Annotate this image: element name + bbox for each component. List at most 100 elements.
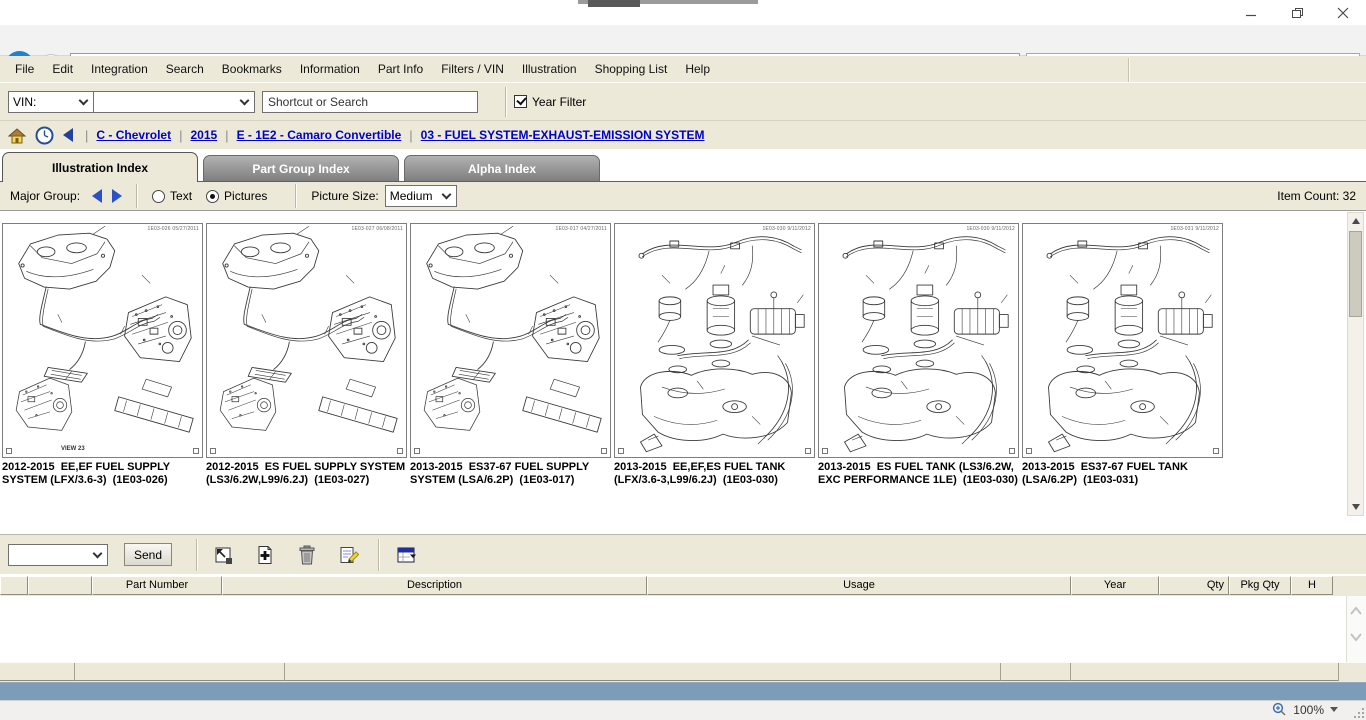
menu-illustration[interactable]: Illustration (513, 58, 586, 80)
scroll-down-button[interactable] (1348, 499, 1363, 515)
column-header-blank-1[interactable] (28, 576, 92, 595)
sheet-corner-mark (210, 448, 216, 454)
sheet-corner-mark (397, 448, 403, 454)
menu-edit[interactable]: Edit (43, 58, 82, 80)
edit-note-button[interactable] (334, 540, 364, 570)
scrollbar-track[interactable] (1348, 229, 1363, 499)
breadcrumb-separator: | (85, 128, 88, 143)
column-header-h[interactable]: H (1291, 576, 1333, 595)
menu-part-info[interactable]: Part Info (369, 58, 432, 80)
back-triangle-icon (63, 128, 73, 142)
column-header-blank-0[interactable] (0, 576, 28, 595)
illustration-thumbnail[interactable]: 1E03-017 04/27/2011 (410, 223, 611, 458)
menu-bookmarks[interactable]: Bookmarks (213, 58, 291, 80)
radio-icon-text[interactable] (152, 190, 165, 203)
tab-part-group-index[interactable]: Part Group Index (203, 155, 399, 181)
vin-select[interactable]: VIN: (8, 91, 94, 113)
chevron-down-icon (79, 95, 89, 105)
home-button[interactable] (8, 127, 26, 144)
menu-file[interactable]: File (6, 58, 43, 80)
illustration-sheet-id: 1E03-017 04/27/2011 (555, 226, 607, 232)
illustration-thumbnail[interactable]: 1E03-030 9/11/2012 (614, 223, 815, 458)
sheet-corner-mark (1213, 448, 1219, 454)
sheet-corner-mark (601, 448, 607, 454)
scrollbar-thumb[interactable] (1349, 231, 1362, 317)
column-header-year[interactable]: Year (1071, 576, 1159, 595)
illustration-card[interactable]: 1E03-027 06/08/20112012-2015 ES FUEL SUP… (206, 223, 407, 487)
toolbar-divider (378, 539, 380, 571)
breadcrumb-links: |C - Chevrolet|2015|E - 1E2 - Camaro Con… (77, 128, 705, 143)
resize-grip[interactable] (1352, 706, 1364, 718)
menu-shopping-list[interactable]: Shopping List (586, 58, 677, 80)
illustration-thumbnail[interactable]: 1E03-030 9/11/2012 (818, 223, 1019, 458)
picture-size-label: Picture Size: (311, 189, 378, 203)
column-header-part-number[interactable]: Part Number (92, 576, 222, 595)
illustration-card[interactable]: 1E03-030 9/11/20122013-2015 ES FUEL TANK… (818, 223, 1019, 487)
illustration-thumbnail[interactable]: 1E03-031 9/11/2012 (1022, 223, 1223, 458)
delete-button[interactable] (292, 540, 322, 570)
tab-alpha-index[interactable]: Alpha Index (404, 155, 600, 181)
view-mode-pictures[interactable]: Pictures (206, 189, 267, 203)
send-target-select[interactable] (8, 544, 108, 566)
transfer-illustration-button[interactable] (208, 540, 238, 570)
picture-size-select[interactable]: Medium (385, 185, 457, 207)
previous-group-button[interactable] (92, 189, 102, 203)
year-filter-toggle[interactable]: Year Filter (514, 95, 586, 109)
illustration-drawing (615, 224, 814, 457)
gallery-scrollbar[interactable] (1347, 212, 1364, 516)
scroll-up-button[interactable] (1348, 213, 1363, 229)
breadcrumb-link-03-fuel-system-exhaust-emission-system[interactable]: 03 - FUEL SYSTEM-EXHAUST-EMISSION SYSTEM (421, 128, 705, 142)
footer-cell-5 (1071, 663, 1339, 681)
column-header-usage[interactable]: Usage (647, 576, 1071, 595)
year-filter-checkbox[interactable] (514, 95, 527, 108)
send-button[interactable]: Send (124, 543, 172, 566)
column-header-description[interactable]: Description (222, 576, 647, 595)
illustration-sheet-id: 1E03-030 9/11/2012 (762, 226, 811, 232)
footer-cell-1 (0, 663, 75, 681)
breadcrumb-link-2015[interactable]: 2015 (190, 128, 217, 142)
illustration-card[interactable]: 1E03-031 9/11/20122013-2015 ES37-67 FUEL… (1022, 223, 1223, 487)
zoom-control[interactable]: 100% (1272, 702, 1338, 717)
menu-help[interactable]: Help (676, 58, 719, 80)
grid-scroll-up-icon[interactable] (1349, 606, 1363, 616)
column-header-qty[interactable]: Qty (1159, 576, 1229, 595)
sheet-corner-mark (1009, 448, 1015, 454)
column-header-pkg-qty[interactable]: Pkg Qty (1229, 576, 1291, 595)
close-button[interactable] (1320, 0, 1366, 25)
shortcut-search-input[interactable] (262, 91, 478, 113)
year-filter-label: Year Filter (532, 95, 586, 109)
minimize-button[interactable] (1228, 0, 1274, 25)
vehicle-select[interactable] (93, 91, 255, 113)
illustration-card[interactable]: 1E03-030 9/11/20122013-2015 EE,EF,ES FUE… (614, 223, 815, 487)
grid-scroll-down-icon[interactable] (1349, 632, 1363, 642)
next-group-button[interactable] (112, 189, 122, 203)
restore-button[interactable] (1274, 0, 1320, 25)
breadcrumb-link-c-chevrolet[interactable]: C - Chevrolet (96, 128, 171, 142)
scroll-up-icon (1352, 218, 1360, 224)
menu-information[interactable]: Information (291, 58, 369, 80)
close-icon (1337, 7, 1349, 19)
parts-table-header: Part NumberDescriptionUsageYearQtyPkg Qt… (0, 576, 1366, 596)
footer-cell-4 (1001, 663, 1071, 681)
menu-search[interactable]: Search (157, 58, 213, 80)
column-options-button[interactable] (392, 540, 422, 570)
breadcrumb-link-e-1e2-camaro-convertible[interactable]: E - 1E2 - Camaro Convertible (237, 128, 402, 142)
illustration-thumbnail[interactable]: 1E03-027 06/08/2011 (206, 223, 407, 458)
menu-integration[interactable]: Integration (82, 58, 157, 80)
zoom-dropdown-icon[interactable] (1330, 707, 1338, 712)
add-note-button[interactable] (250, 540, 280, 570)
radio-icon-pictures[interactable] (206, 190, 219, 203)
illustration-drawing (1023, 224, 1222, 457)
major-group-label: Major Group: (10, 189, 80, 203)
illustration-card[interactable]: 1E03-017 04/27/20112013-2015 ES37-67 FUE… (410, 223, 611, 487)
history-button[interactable] (35, 126, 54, 145)
illustration-thumbnail[interactable]: 1E03-026 05/27/2011VIEW 23 (2, 223, 203, 458)
illustration-card[interactable]: 1E03-026 05/27/2011VIEW 232012-2015 EE,E… (2, 223, 203, 487)
menu-filters-vin[interactable]: Filters / VIN (432, 58, 513, 80)
view-mode-text[interactable]: Text (152, 189, 192, 203)
bottom-separator-bar (0, 682, 1366, 700)
chevron-down-icon (93, 548, 103, 558)
navigate-back-button[interactable] (63, 128, 73, 142)
tab-illustration-index[interactable]: Illustration Index (2, 152, 198, 182)
picture-size-value: Medium (386, 189, 439, 203)
